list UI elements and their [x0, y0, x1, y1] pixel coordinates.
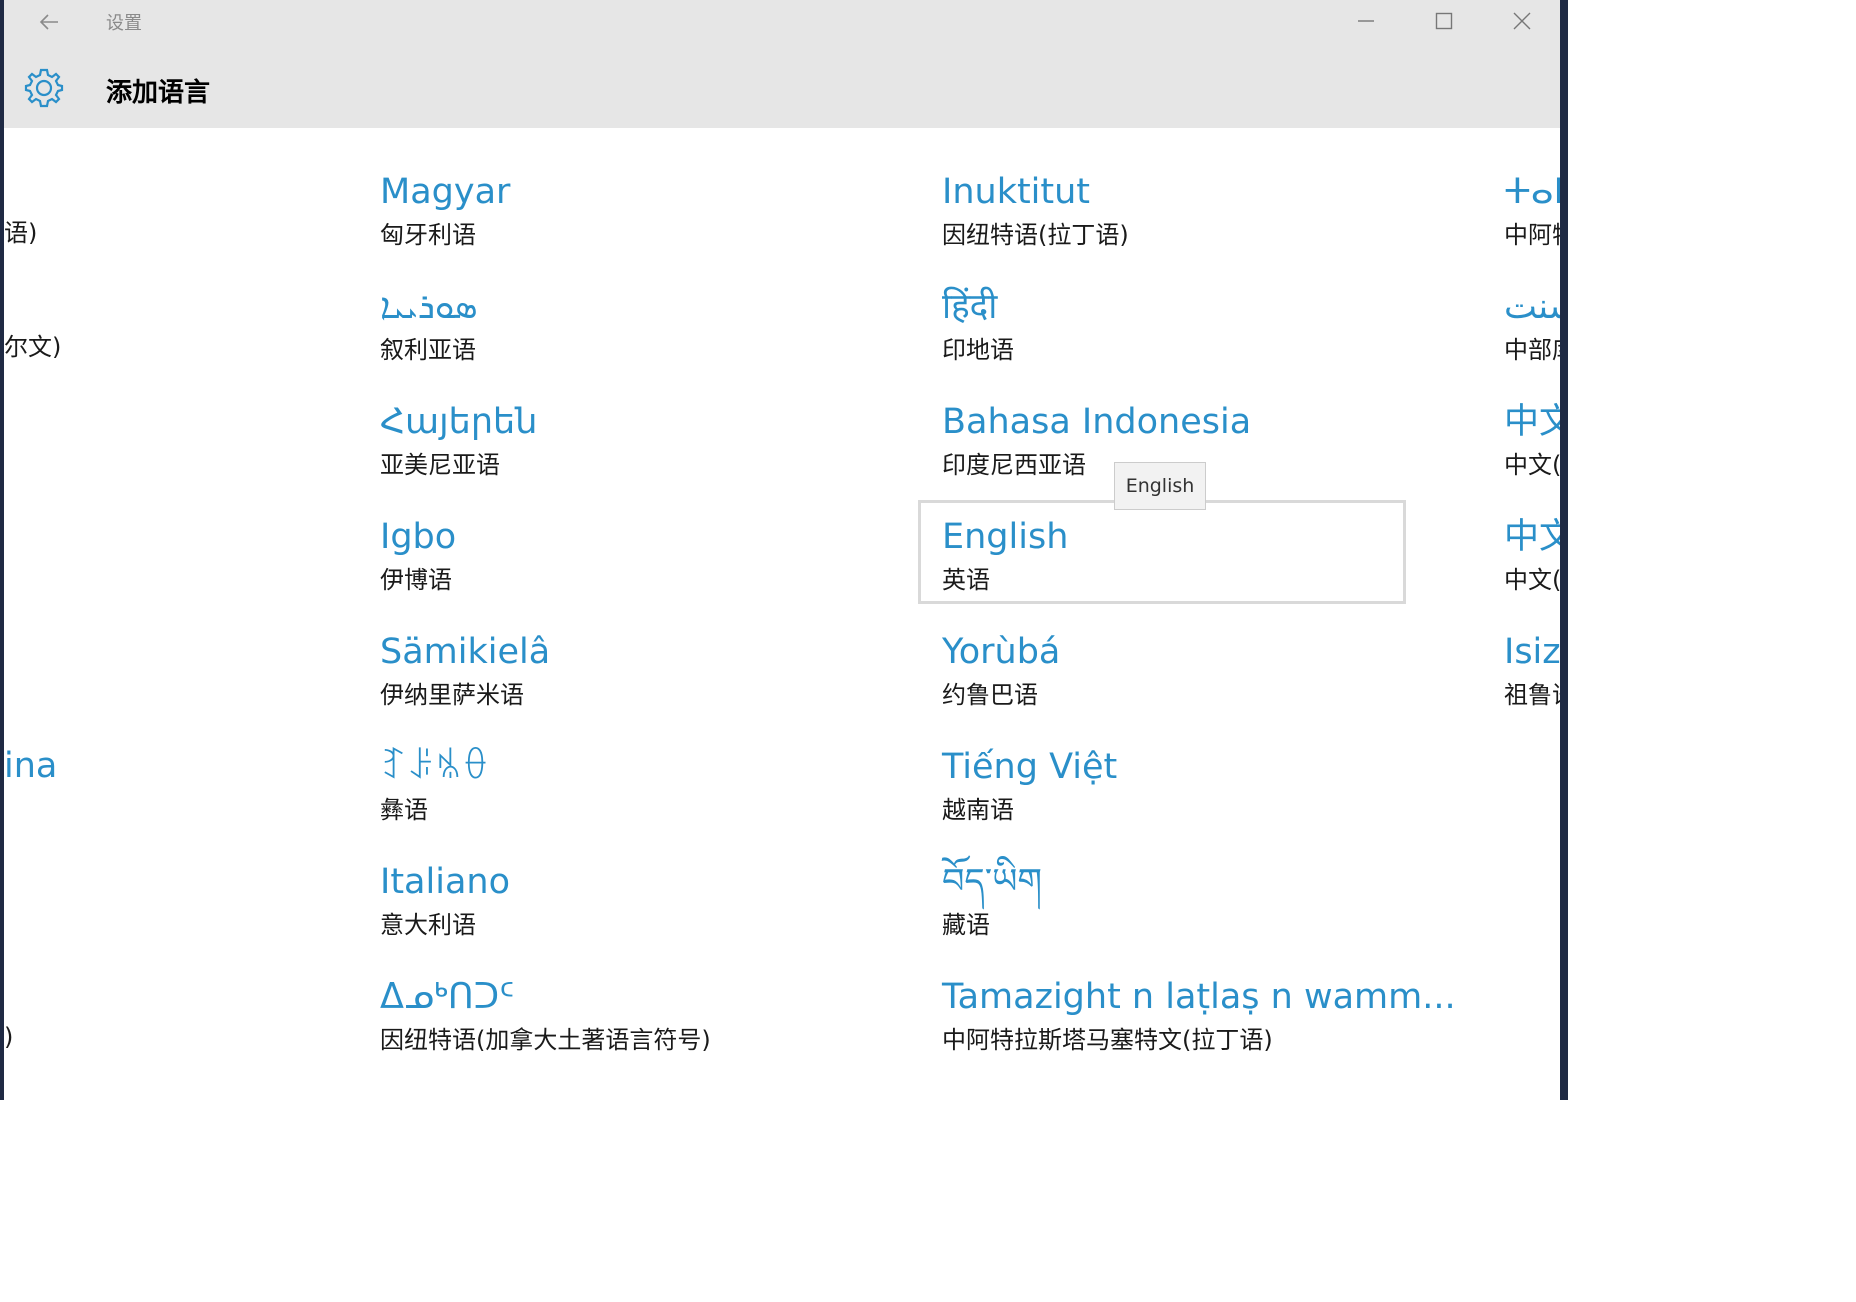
language-item[interactable]: हिंदी 印地语 [942, 285, 1422, 389]
language-item[interactable]: བོད་ཡིག 藏语 [942, 860, 1422, 964]
partial-lang-label: 尔文) [4, 333, 62, 361]
language-item[interactable]: Yorùbá 约鲁巴语 [942, 630, 1422, 734]
language-item[interactable]: Isizu 祖鲁语 [1504, 630, 1560, 734]
language-item[interactable]: سنت 中部库 [1504, 285, 1560, 389]
language-chinese-name: 印地语 [942, 336, 1014, 364]
language-item[interactable]: Igbo 伊博语 [380, 515, 860, 619]
window-right-border [1560, 0, 1568, 1100]
language-chinese-name: 中阿特拉斯塔马塞特文(拉丁语) [942, 1026, 1273, 1054]
language-native-name: سنت [1504, 287, 1560, 327]
page-title: 添加语言 [106, 78, 211, 108]
back-button[interactable] [32, 6, 66, 36]
partial-lang-native: ina [4, 746, 58, 786]
language-native-name: English [942, 517, 1069, 557]
minimize-icon [1358, 20, 1374, 22]
language-item[interactable]: Sämikielâ 伊纳里萨米语 [380, 630, 860, 734]
language-chinese-name: 约鲁巴语 [942, 681, 1038, 709]
language-chinese-name: 祖鲁语 [1504, 681, 1560, 709]
language-item[interactable]: Tiếng Việt 越南语 [942, 745, 1422, 849]
language-chinese-name: 中文( [1504, 566, 1560, 594]
language-native-name: Italiano [380, 862, 510, 902]
language-native-name: हिंदी [942, 287, 998, 327]
language-chinese-name: 伊纳里萨米语 [380, 681, 524, 709]
language-chinese-name: 意大利语 [380, 911, 476, 939]
page-header: 添加语言 [4, 42, 1560, 128]
language-native-name: Հայերեն [380, 402, 538, 442]
close-icon [1513, 12, 1531, 30]
language-native-name: Yorùbá [942, 632, 1061, 672]
language-chinese-name: 因纽特语(加拿大土著语言符号) [380, 1026, 711, 1054]
language-native-name: ꆈꌠꁱꂷ [380, 747, 490, 787]
language-chinese-name: 彝语 [380, 796, 428, 824]
language-chinese-name: 越南语 [942, 796, 1014, 824]
title-bar: 设置 [4, 0, 1560, 42]
language-item[interactable]: ܣܘܪܝܝܐ 叙利亚语 [380, 285, 860, 389]
language-chinese-name: 叙利亚语 [380, 336, 476, 364]
language-item[interactable]: Inuktitut 因纽特语(拉丁语) [942, 170, 1422, 274]
language-item[interactable]: ᐃᓄᒃᑎᑐᑦ 因纽特语(加拿大土著语言符号) [380, 975, 860, 1079]
language-native-name: Inuktitut [942, 172, 1091, 212]
language-chinese-name: 因纽特语(拉丁语) [942, 221, 1129, 249]
language-native-name: ⵜⴰⵎ [1504, 172, 1560, 212]
language-item[interactable]: Tamazight n laṭlaṣ n wamm... 中阿特拉斯塔马塞特文(… [942, 975, 1456, 1079]
language-native-name: 中文 [1504, 517, 1560, 557]
language-item[interactable]: Հայերեն 亚美尼亚语 [380, 400, 860, 504]
language-grid: 语) 尔文) ina ) Magyar 匈牙利语 ܣܘܪܝܝܐ 叙利亚语 Հայ… [4, 128, 1560, 1100]
language-native-name: Igbo [380, 517, 457, 557]
language-chinese-name: 中文( [1504, 451, 1560, 479]
language-native-name: Tamazight n laṭlaṣ n wamm... [942, 977, 1456, 1017]
language-native-name: ᐃᓄᒃᑎᑐᑦ [380, 977, 515, 1017]
gear-icon [24, 68, 64, 108]
language-chinese-name: 英语 [942, 566, 990, 594]
language-item-english[interactable]: English 英语 [942, 515, 1422, 619]
minimize-button[interactable] [1346, 4, 1386, 38]
language-chinese-name: 中阿特 [1504, 221, 1560, 249]
language-native-name: ܣܘܪܝܝܐ [380, 287, 478, 327]
close-button[interactable] [1502, 4, 1542, 38]
language-chinese-name: 亚美尼亚语 [380, 451, 500, 479]
tooltip: English [1114, 462, 1206, 510]
language-native-name: བོད་ཡིག [942, 862, 1043, 902]
app-title: 设置 [106, 13, 142, 34]
language-chinese-name: 印度尼西亚语 [942, 451, 1086, 479]
language-chinese-name: 伊博语 [380, 566, 452, 594]
language-item[interactable]: Italiano 意大利语 [380, 860, 860, 964]
partial-lang-label: 语) [4, 219, 38, 247]
language-native-name: Bahasa Indonesia [942, 402, 1252, 442]
language-native-name: Isizu [1504, 632, 1560, 672]
language-item[interactable]: Magyar 匈牙利语 [380, 170, 860, 274]
maximize-button[interactable] [1424, 4, 1464, 38]
language-chinese-name: 藏语 [942, 911, 990, 939]
language-item[interactable]: 中文 中文( [1504, 515, 1560, 619]
language-native-name: Magyar [380, 172, 511, 212]
language-chinese-name: 中部库 [1504, 336, 1560, 364]
language-native-name: 中文 [1504, 402, 1560, 442]
language-item[interactable]: ⵜⴰⵎ 中阿特 [1504, 170, 1560, 274]
partial-lang-label: ) [4, 1023, 14, 1051]
maximize-icon [1435, 12, 1453, 30]
language-chinese-name: 匈牙利语 [380, 221, 476, 249]
language-item[interactable]: 中文 中文( [1504, 400, 1560, 504]
arrow-left-icon [39, 14, 58, 30]
language-native-name: Tiếng Việt [942, 747, 1118, 787]
language-item[interactable]: ꆈꌠꁱꂷ 彝语 [380, 745, 860, 849]
language-native-name: Sämikielâ [380, 632, 551, 672]
